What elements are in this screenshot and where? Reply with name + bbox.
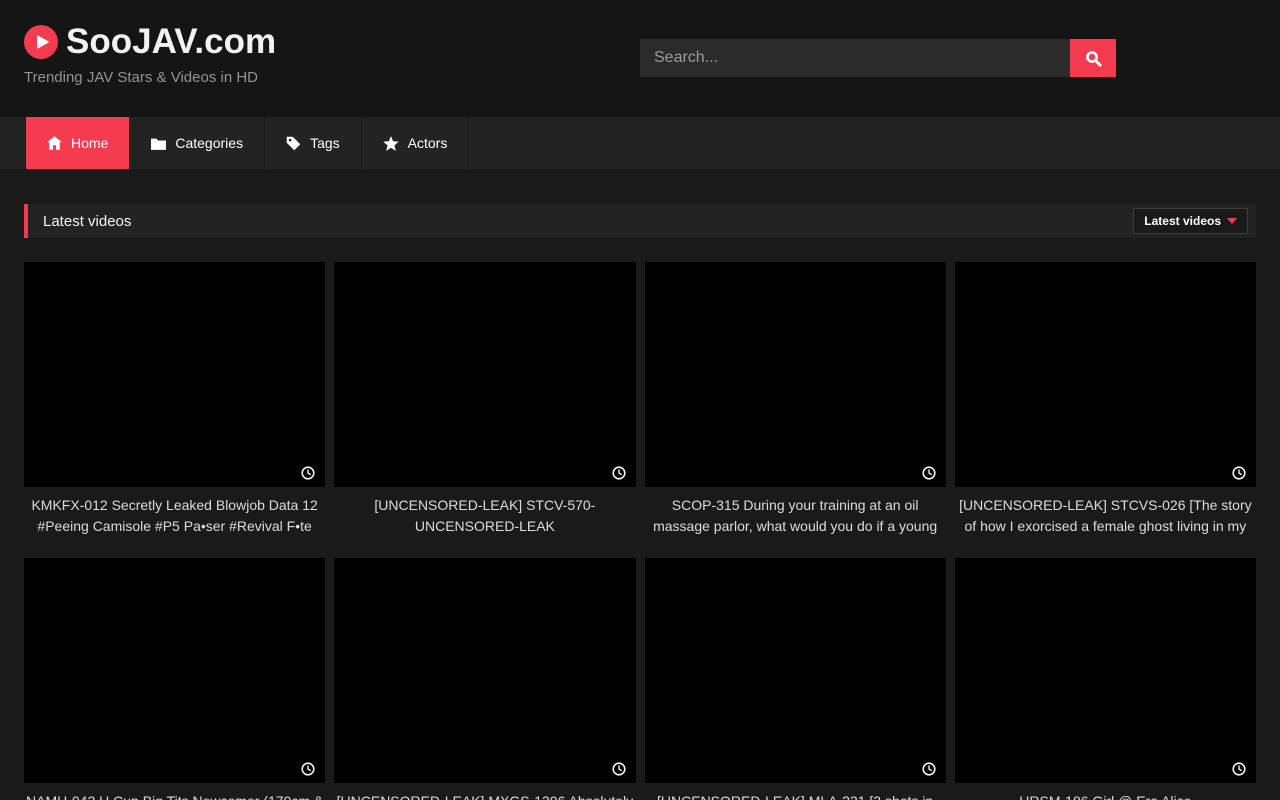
nav-item-label: Home [71,135,108,151]
caret-down-icon [1227,218,1237,224]
nav-item-actors[interactable]: Actors [362,117,470,169]
video-thumbnail[interactable] [955,558,1256,783]
video-card[interactable]: [UNCENSORED-LEAK] STCV-570-UNCENSORED-LE… [334,262,635,537]
video-card[interactable]: KMKFX-012 Secretly Leaked Blowjob Data 1… [24,262,325,537]
star-icon [383,136,399,151]
video-card[interactable]: [UNCENSORED-LEAK] MLA-231 [3 shots in [645,558,946,800]
video-thumbnail[interactable] [334,558,635,783]
home-icon [47,136,62,150]
nav-item-categories[interactable]: Categories [130,117,265,169]
search-icon [1085,50,1102,67]
video-title[interactable]: HRSM-186 Girl @ Era Alice [955,791,1256,800]
clock-icon [612,762,626,776]
clock-icon [301,466,315,480]
video-thumbnail[interactable] [645,558,946,783]
nav-item-label: Categories [175,135,243,151]
folder-icon [151,137,166,150]
video-title[interactable]: SCOP-315 During your training at an oil … [645,495,946,537]
clock-icon [1232,466,1246,480]
video-title[interactable]: NAMH-042 H Cup Big Tits Newcomer (170cm … [24,791,325,800]
clock-icon [922,762,936,776]
clock-icon [922,466,936,480]
video-card[interactable]: HRSM-186 Girl @ Era Alice [955,558,1256,800]
search-input[interactable] [640,39,1070,77]
nav-item-label: Actors [408,135,448,151]
nav-item-label: Tags [310,135,340,151]
video-grid: KMKFX-012 Secretly Leaked Blowjob Data 1… [24,262,1256,800]
video-thumbnail[interactable] [24,558,325,783]
video-thumbnail[interactable] [645,262,946,487]
clock-icon [301,762,315,776]
clock-icon [612,466,626,480]
logo-text: SooJAV.com [66,22,276,62]
video-thumbnail[interactable] [24,262,325,487]
search-button[interactable] [1070,39,1116,77]
sort-dropdown[interactable]: Latest videos [1133,208,1248,234]
video-title[interactable]: KMKFX-012 Secretly Leaked Blowjob Data 1… [24,495,325,537]
video-thumbnail[interactable] [334,262,635,487]
video-card[interactable]: NAMH-042 H Cup Big Tits Newcomer (170cm … [24,558,325,800]
video-card[interactable]: [UNCENSORED-LEAK] MXGS-1306 Absolutely [334,558,635,800]
video-title[interactable]: [UNCENSORED-LEAK] STCVS-026 [The story o… [955,495,1256,537]
video-card[interactable]: SCOP-315 During your training at an oil … [645,262,946,537]
video-title[interactable]: [UNCENSORED-LEAK] STCV-570-UNCENSORED-LE… [334,495,635,537]
section-header: Latest videos Latest videos [24,204,1256,238]
sort-dropdown-label: Latest videos [1144,214,1221,228]
tag-icon [286,136,301,151]
video-card[interactable]: [UNCENSORED-LEAK] STCVS-026 [The story o… [955,262,1256,537]
video-title[interactable]: [UNCENSORED-LEAK] MLA-231 [3 shots in [645,791,946,800]
search-form [640,39,1116,77]
nav-item-tags[interactable]: Tags [265,117,362,169]
site-header: SooJAV.com Trending JAV Stars & Videos i… [0,0,1280,117]
video-thumbnail[interactable] [955,262,1256,487]
play-circle-icon [24,25,58,59]
section-title: Latest videos [28,213,131,230]
site-logo[interactable]: SooJAV.com Trending JAV Stars & Videos i… [24,22,276,86]
main-content: Latest videos Latest videos KMKFX-012 Se… [24,204,1256,800]
nav-item-home[interactable]: Home [25,117,130,169]
clock-icon [1232,762,1246,776]
site-tagline: Trending JAV Stars & Videos in HD [24,69,276,86]
main-nav: Home Categories Tags Actors [0,117,1280,169]
video-title[interactable]: [UNCENSORED-LEAK] MXGS-1306 Absolutely [334,791,635,800]
